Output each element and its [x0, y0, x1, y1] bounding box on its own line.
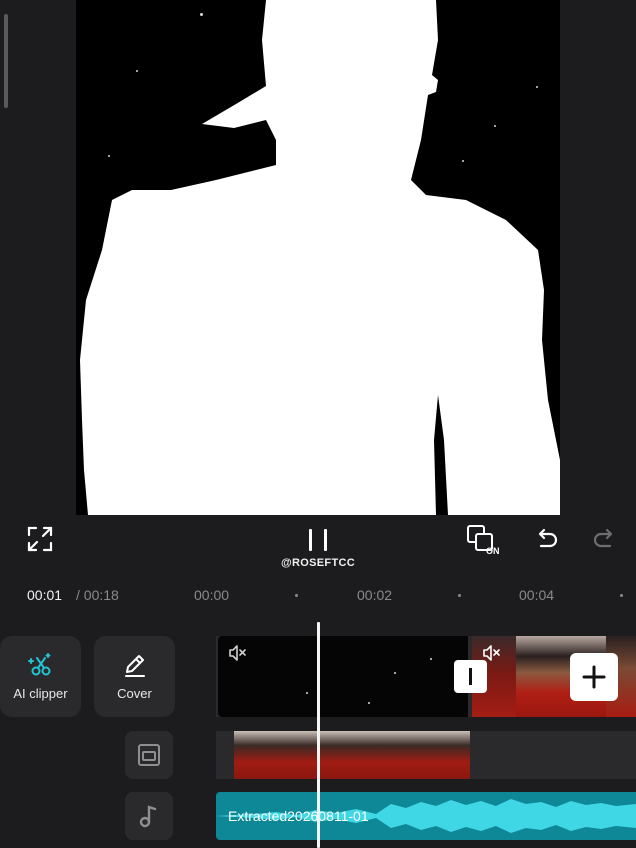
- tick-label: 00:04: [519, 587, 555, 603]
- cover-toggle-label: ON: [486, 546, 500, 556]
- tick-dot: [458, 594, 461, 597]
- pencil-icon: [125, 655, 145, 677]
- cover-button[interactable]: Cover: [94, 636, 175, 717]
- mute-icon[interactable]: [228, 644, 248, 662]
- total-time: / 00:18: [76, 587, 119, 603]
- handle-bar-icon: [469, 668, 472, 685]
- video-clip[interactable]: [218, 636, 468, 717]
- audio-clip-label: Extracted20260811-01: [228, 808, 369, 824]
- undo-icon[interactable]: [535, 527, 559, 551]
- tick-label: 00:00: [194, 587, 230, 603]
- star-dot: [394, 672, 396, 674]
- star-dot: [306, 692, 308, 694]
- ai-clipper-label: AI clipper: [13, 686, 68, 701]
- scroll-indicator[interactable]: [4, 14, 8, 108]
- add-clip-button[interactable]: [570, 653, 618, 701]
- clip-thumbnail: [314, 731, 392, 779]
- clip-split-handle[interactable]: [454, 660, 487, 693]
- cover-on-icon[interactable]: ON: [466, 524, 502, 556]
- person-silhouette: [80, 0, 560, 515]
- ai-clipper-icon: [28, 653, 51, 676]
- star-dot: [430, 658, 432, 660]
- pause-icon[interactable]: [306, 528, 330, 552]
- music-note-icon: [139, 805, 157, 828]
- mute-icon[interactable]: [482, 644, 502, 662]
- current-time: 00:01: [27, 587, 63, 603]
- clip-thumbnail: [392, 731, 470, 779]
- audio-clip[interactable]: Extracted20260811-01: [216, 792, 636, 840]
- time-ruler[interactable]: 00:01 / 00:18 00:00 00:02 00:04: [0, 578, 636, 614]
- clip-thumbnail: [234, 731, 314, 779]
- tick-label: 00:02: [357, 587, 393, 603]
- star-dot: [368, 702, 370, 704]
- redo-icon[interactable]: [592, 527, 616, 551]
- ai-clipper-button[interactable]: AI clipper: [0, 636, 81, 717]
- fullscreen-icon[interactable]: [27, 526, 53, 552]
- watermark-text: @ROSEFTCC: [281, 557, 355, 569]
- tick-dot: [295, 594, 298, 597]
- audio-track-button[interactable]: [125, 792, 173, 840]
- plus-icon: [582, 665, 606, 689]
- overlay-clip[interactable]: [234, 731, 470, 779]
- playhead[interactable]: [317, 622, 320, 848]
- cover-label: Cover: [117, 686, 152, 701]
- tick-dot: [620, 594, 623, 597]
- preview-canvas[interactable]: [76, 0, 560, 515]
- video-preview[interactable]: [0, 0, 636, 515]
- overlay-track-button[interactable]: [125, 731, 173, 779]
- overlay-icon: [138, 744, 160, 766]
